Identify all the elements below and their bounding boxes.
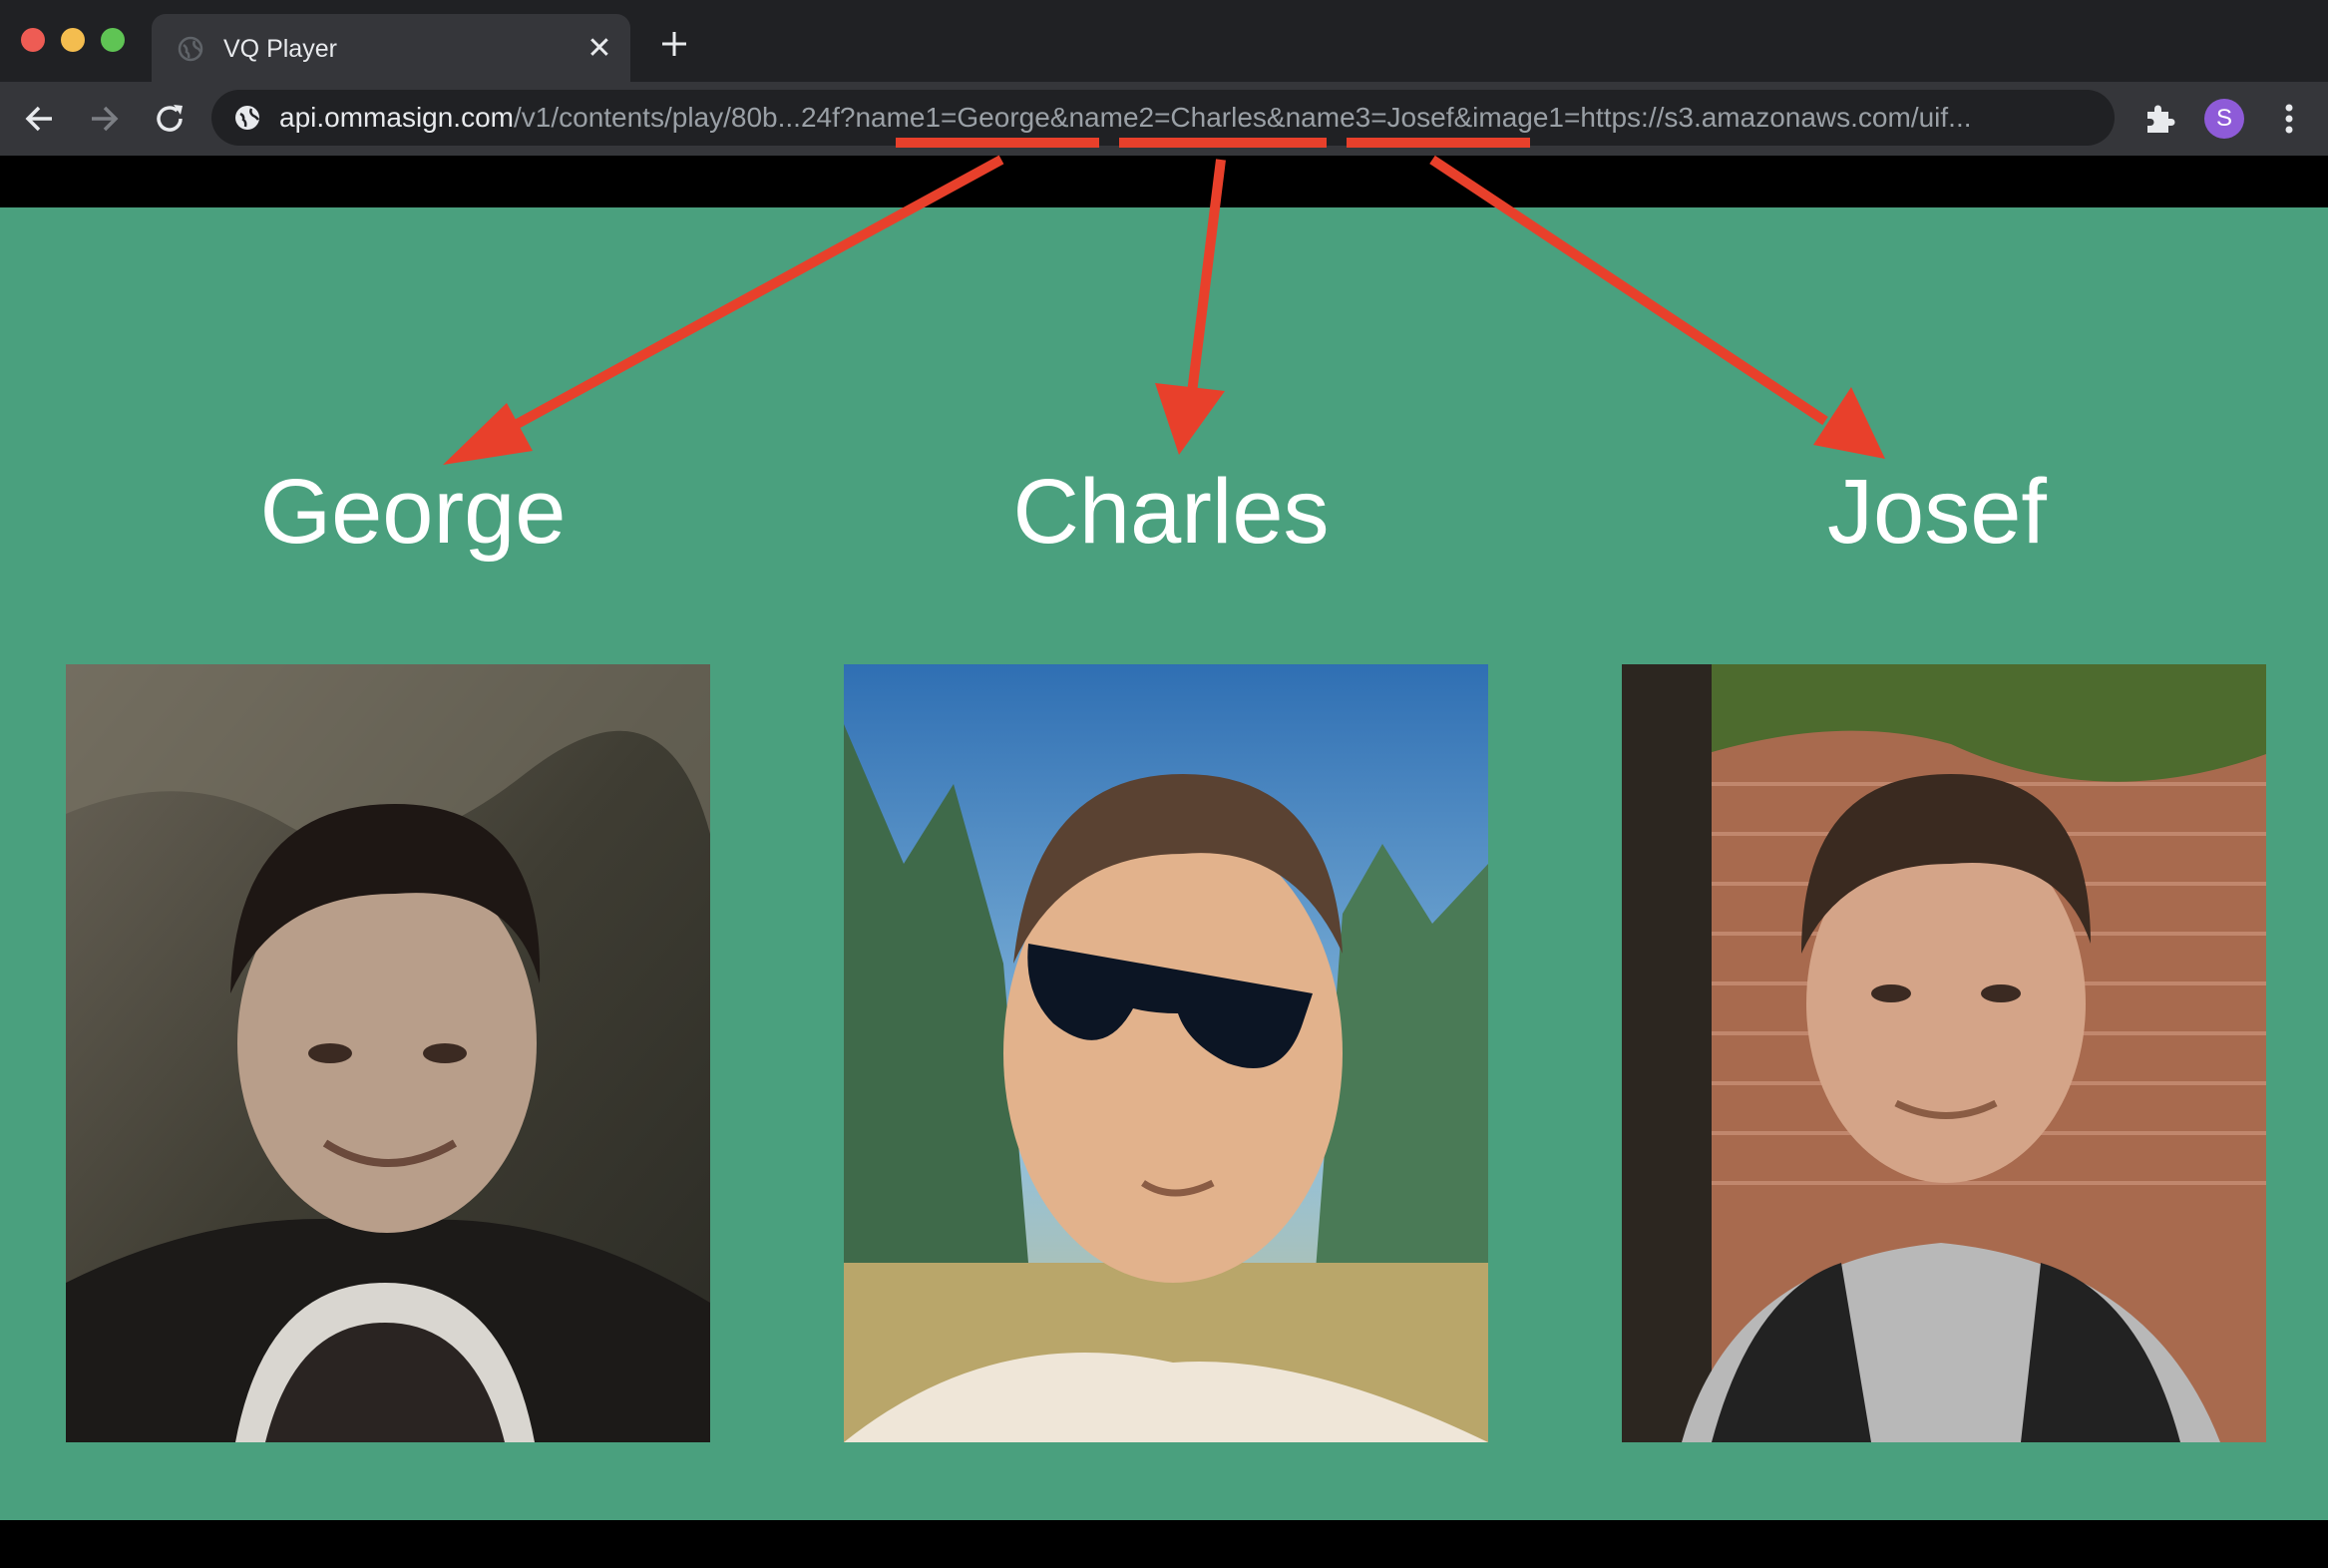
person-name-1: George [259,461,567,563]
person-name-2: Charles [1012,461,1330,563]
zoom-window-button[interactable] [101,28,125,52]
url-text: api.ommasign.com/v1/contents/play/80b...… [279,102,1972,134]
close-window-button[interactable] [21,28,45,52]
site-info-icon[interactable] [233,104,261,132]
tab-strip: VQ Player ✕ [0,0,2328,82]
minimize-window-button[interactable] [61,28,85,52]
person-name-3: Josef [1827,461,2047,563]
globe-icon [178,36,203,62]
browser-toolbar: api.ommasign.com/v1/contents/play/80b...… [0,82,2328,156]
letterbox-bottom [0,1520,2328,1568]
person-photo-3 [1622,664,2266,1442]
browser-window: VQ Player ✕ api.ommasign.com/v1/contents… [0,0,2328,1568]
address-bar[interactable]: api.ommasign.com/v1/contents/play/80b...… [211,90,2115,146]
url-path: /v1/contents/play/80b...24f?name1=George… [513,102,1972,133]
plus-icon[interactable] [658,28,690,60]
reload-icon[interactable] [150,99,190,139]
person-photo-1 [66,664,710,1442]
close-icon[interactable]: ✕ [584,34,614,64]
player-content: George Charles Josef [0,207,2328,1520]
profile-avatar[interactable]: S [2204,99,2244,139]
puzzle-icon[interactable] [2142,102,2176,136]
forward-arrow-icon[interactable] [84,99,124,139]
person-photo-2 [844,664,1488,1442]
tab-title: VQ Player [223,35,337,63]
tab-vq-player[interactable]: VQ Player ✕ [152,14,630,82]
back-arrow-icon[interactable] [20,99,60,139]
kebab-menu-icon[interactable] [2274,99,2304,139]
letterbox-top [0,156,2328,207]
url-host: api.ommasign.com [279,102,514,133]
